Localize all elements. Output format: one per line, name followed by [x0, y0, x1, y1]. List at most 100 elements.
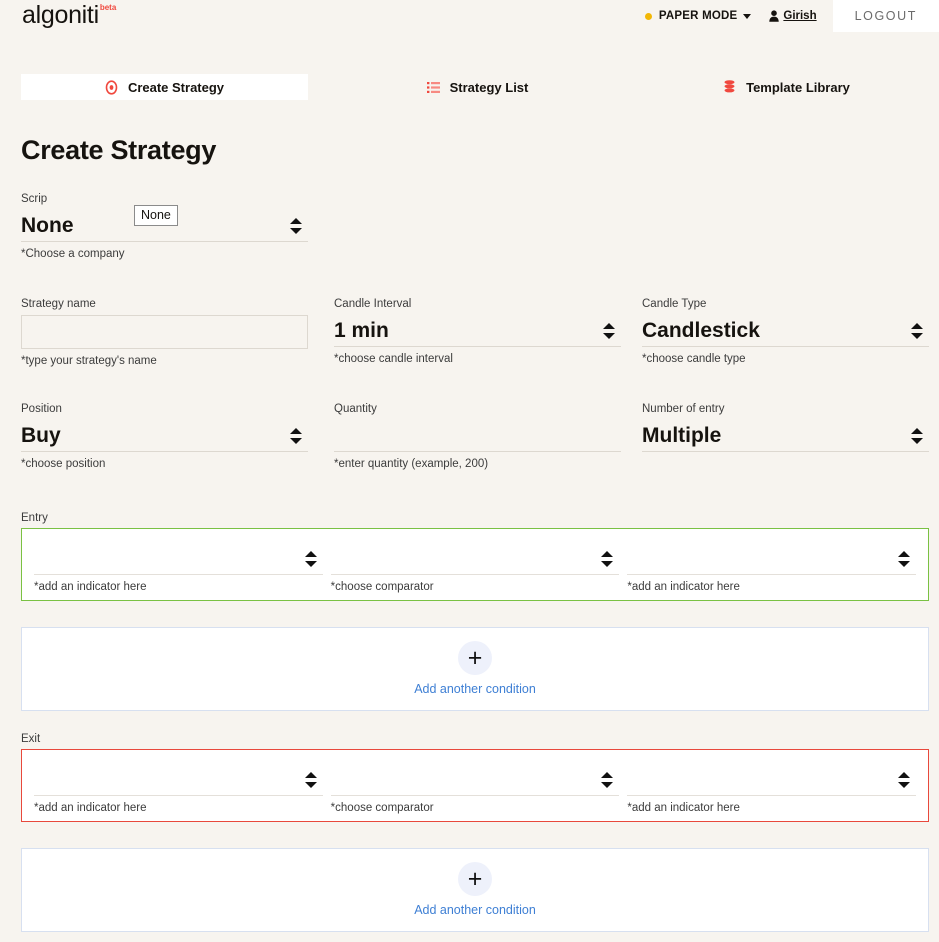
user-account-link[interactable]: Girish	[769, 10, 817, 22]
exit-right-indicator-hint: *add an indicator here	[627, 802, 740, 814]
person-icon	[769, 10, 780, 22]
entry-comparator-select[interactable]	[330, 543, 620, 575]
paper-mode-selector[interactable]: PAPER MODE	[644, 10, 752, 22]
beta-badge: beta	[99, 3, 117, 12]
candle-type-value: Candlestick	[642, 318, 760, 342]
field-strategy-name: Strategy name *type your strategy's name	[21, 297, 308, 368]
position-label: Position	[21, 403, 62, 415]
updown-arrows-icon	[898, 771, 911, 788]
entry-right-indicator-hint: *add an indicator here	[627, 581, 740, 593]
exit-add-condition-label[interactable]: Add another condition	[414, 903, 536, 918]
exit-right-indicator: *add an indicator here	[627, 764, 917, 815]
field-position: Position Buy *choose position	[21, 402, 308, 471]
app-header: algoniti beta PAPER MODE Girish LOGOUT	[0, 0, 939, 32]
scrip-label: Scrip	[21, 193, 48, 205]
form-row-1: Strategy name *type your strategy's name…	[0, 297, 939, 368]
entry-comparator-hint: *choose comparator	[330, 581, 434, 593]
updown-arrows-icon	[911, 322, 923, 339]
number-of-entry-value: Multiple	[642, 423, 722, 447]
entry-left-indicator-hint: *add an indicator here	[34, 581, 147, 593]
field-candle-interval: Candle Interval 1 min *choose candle int…	[334, 297, 621, 368]
main-content: Create Strategy Scrip None *Choose a com…	[0, 130, 939, 932]
field-candle-type: Candle Type Candlestick *choose candle t…	[642, 297, 929, 368]
tab-template-library[interactable]: Template Library	[643, 74, 930, 100]
strategy-name-input[interactable]	[21, 315, 308, 349]
paper-mode-label: PAPER MODE	[658, 10, 738, 22]
plus-icon: +	[467, 865, 483, 893]
entry-section-label: Entry	[21, 512, 48, 524]
candle-interval-hint: *choose candle interval	[334, 353, 453, 365]
updown-arrows-icon	[898, 550, 911, 567]
updown-arrows-icon	[601, 771, 614, 788]
entry-left-indicator-select[interactable]	[34, 543, 323, 575]
exit-left-indicator-hint: *add an indicator here	[34, 802, 147, 814]
entry-add-condition-label[interactable]: Add another condition	[414, 682, 536, 697]
form-row-2: Position Buy *choose position Quantity *…	[0, 402, 939, 471]
exit-left-indicator: *add an indicator here	[34, 764, 323, 815]
exit-comparator-select[interactable]	[330, 764, 620, 796]
strategy-name-label: Strategy name	[21, 298, 96, 310]
updown-arrows-icon	[911, 427, 923, 444]
candle-interval-select[interactable]: 1 min	[334, 315, 621, 347]
scrip-value: None	[21, 213, 74, 237]
list-icon	[426, 81, 440, 94]
brand-logo[interactable]: algoniti beta	[22, 2, 116, 28]
candle-type-hint: *choose candle type	[642, 353, 746, 365]
field-quantity: Quantity *enter quantity (example, 200)	[334, 402, 621, 471]
entry-add-condition-button[interactable]: +	[458, 641, 492, 675]
target-icon	[105, 79, 118, 95]
tab-create-strategy[interactable]: Create Strategy	[21, 74, 308, 100]
exit-add-condition-card[interactable]: + Add another condition	[21, 848, 929, 932]
brand-name: algoniti	[22, 1, 99, 29]
exit-comparator: *choose comparator	[330, 764, 620, 815]
header-actions: PAPER MODE Girish LOGOUT	[644, 0, 939, 32]
position-select[interactable]: Buy	[21, 420, 308, 452]
entry-condition-card: *add an indicator here *choose comparato…	[21, 528, 929, 601]
status-dot-icon	[644, 12, 652, 20]
scrip-hint: *Choose a company	[21, 248, 125, 260]
layers-icon	[723, 80, 736, 94]
user-name: Girish	[783, 10, 817, 22]
tab-label: Create Strategy	[127, 79, 225, 95]
exit-left-indicator-select[interactable]	[34, 764, 323, 796]
app-root: algoniti beta PAPER MODE Girish LOGOUT C…	[0, 0, 939, 942]
candle-interval-label: Candle Interval	[334, 298, 412, 310]
entry-right-indicator-select[interactable]	[627, 543, 917, 575]
updown-arrows-icon	[290, 217, 302, 234]
candle-type-select[interactable]: Candlestick	[642, 315, 929, 347]
field-scrip: Scrip None *Choose a company	[21, 192, 308, 261]
tab-label: Template Library	[746, 79, 850, 95]
updown-arrows-icon	[290, 427, 302, 444]
field-number-of-entry: Number of entry Multiple	[642, 402, 929, 471]
exit-condition-card: *add an indicator here *choose comparato…	[21, 749, 929, 822]
position-value: Buy	[21, 423, 61, 447]
main-nav-tabs: Create Strategy Strategy List Template L…	[0, 74, 939, 100]
plus-icon: +	[467, 644, 483, 672]
updown-arrows-icon	[304, 771, 317, 788]
tab-strategy-list[interactable]: Strategy List	[334, 74, 621, 100]
entry-right-indicator: *add an indicator here	[627, 543, 917, 594]
strategy-name-hint: *type your strategy's name	[21, 355, 157, 367]
updown-arrows-icon	[601, 550, 614, 567]
scrip-dropdown-option-none[interactable]: None	[134, 205, 178, 226]
tab-label: Strategy List	[449, 79, 529, 95]
exit-section-label: Exit	[21, 733, 41, 745]
updown-arrows-icon	[304, 550, 317, 567]
entry-left-indicator: *add an indicator here	[34, 543, 323, 594]
candle-interval-value: 1 min	[334, 318, 389, 342]
page-title: Create Strategy	[21, 135, 217, 165]
exit-right-indicator-select[interactable]	[627, 764, 917, 796]
updown-arrows-icon	[603, 322, 615, 339]
logout-button[interactable]: LOGOUT	[832, 0, 939, 32]
chevron-down-icon	[743, 13, 752, 19]
quantity-input[interactable]	[334, 420, 621, 452]
exit-add-condition-button[interactable]: +	[458, 862, 492, 896]
number-of-entry-label: Number of entry	[642, 403, 725, 415]
position-hint: *choose position	[21, 458, 106, 470]
quantity-label: Quantity	[334, 403, 377, 415]
number-of-entry-select[interactable]: Multiple	[642, 420, 929, 452]
entry-comparator: *choose comparator	[330, 543, 620, 594]
candle-type-label: Candle Type	[642, 298, 707, 310]
entry-add-condition-card[interactable]: + Add another condition	[21, 627, 929, 711]
quantity-hint: *enter quantity (example, 200)	[334, 458, 489, 470]
